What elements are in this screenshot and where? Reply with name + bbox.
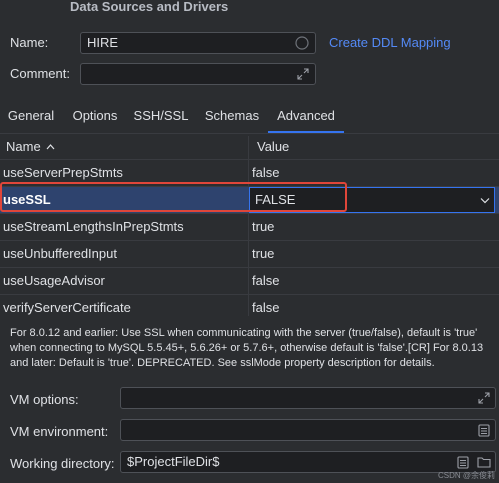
- vm-environment-input[interactable]: [120, 419, 496, 441]
- tab-general[interactable]: General: [0, 106, 62, 134]
- name-value: HIRE: [87, 35, 119, 50]
- document-icon[interactable]: [457, 456, 469, 469]
- vm-environment-label: VM environment:: [10, 424, 109, 439]
- property-value[interactable]: true: [252, 214, 274, 240]
- table-row[interactable]: useUnbufferedInput true: [0, 241, 499, 268]
- watermark: CSDN @余俊莉: [437, 471, 495, 480]
- vm-options-input[interactable]: [120, 387, 496, 409]
- vm-options-label: VM options:: [10, 392, 79, 407]
- table-row[interactable]: useUsageAdvisor false: [0, 268, 499, 295]
- tab-schemas[interactable]: Schemas: [198, 106, 266, 134]
- property-name: useUsageAdvisor: [3, 273, 105, 288]
- properties-table: Name Value useServerPrepStmts false useS…: [0, 136, 499, 316]
- dialog-title: Data Sources and Drivers: [70, 0, 229, 14]
- name-input[interactable]: HIRE: [80, 32, 316, 54]
- working-directory-value: $ProjectFileDir$: [127, 454, 220, 469]
- property-value[interactable]: false: [252, 295, 279, 316]
- column-header-value[interactable]: Value: [257, 136, 289, 158]
- tab-divider: [0, 133, 499, 134]
- property-name: useUnbufferedInput: [3, 246, 117, 261]
- table-row[interactable]: useStreamLengthsInPrepStmts true: [0, 214, 499, 241]
- property-name: useStreamLengthsInPrepStmts: [3, 219, 184, 234]
- property-description: For 8.0.12 and earlier: Use SSL when com…: [10, 327, 484, 369]
- property-name: verifyServerCertificate: [3, 300, 131, 315]
- table-row[interactable]: verifyServerCertificate false: [0, 295, 499, 316]
- create-ddl-mapping-link[interactable]: Create DDL Mapping: [329, 35, 451, 50]
- property-value[interactable]: true: [252, 241, 274, 267]
- clear-icon[interactable]: [295, 36, 309, 50]
- chevron-down-icon[interactable]: [480, 197, 490, 204]
- tab-options[interactable]: Options: [66, 106, 124, 134]
- expand-icon[interactable]: [297, 68, 309, 80]
- folder-icon[interactable]: [477, 456, 491, 468]
- tab-ssh-ssl[interactable]: SSH/SSL: [130, 106, 192, 134]
- tab-advanced[interactable]: Advanced: [268, 106, 344, 134]
- property-value[interactable]: false: [252, 268, 279, 294]
- table-header: Name Value: [0, 136, 499, 160]
- comment-input[interactable]: [80, 63, 316, 85]
- comment-label: Comment:: [10, 66, 70, 81]
- sort-ascending-icon[interactable]: [46, 143, 55, 151]
- working-directory-label: Working directory:: [10, 456, 115, 471]
- highlight-box: [0, 182, 347, 212]
- expand-icon[interactable]: [478, 392, 490, 404]
- document-icon[interactable]: [478, 424, 490, 437]
- column-header-name[interactable]: Name: [6, 136, 41, 158]
- name-label: Name:: [10, 35, 49, 50]
